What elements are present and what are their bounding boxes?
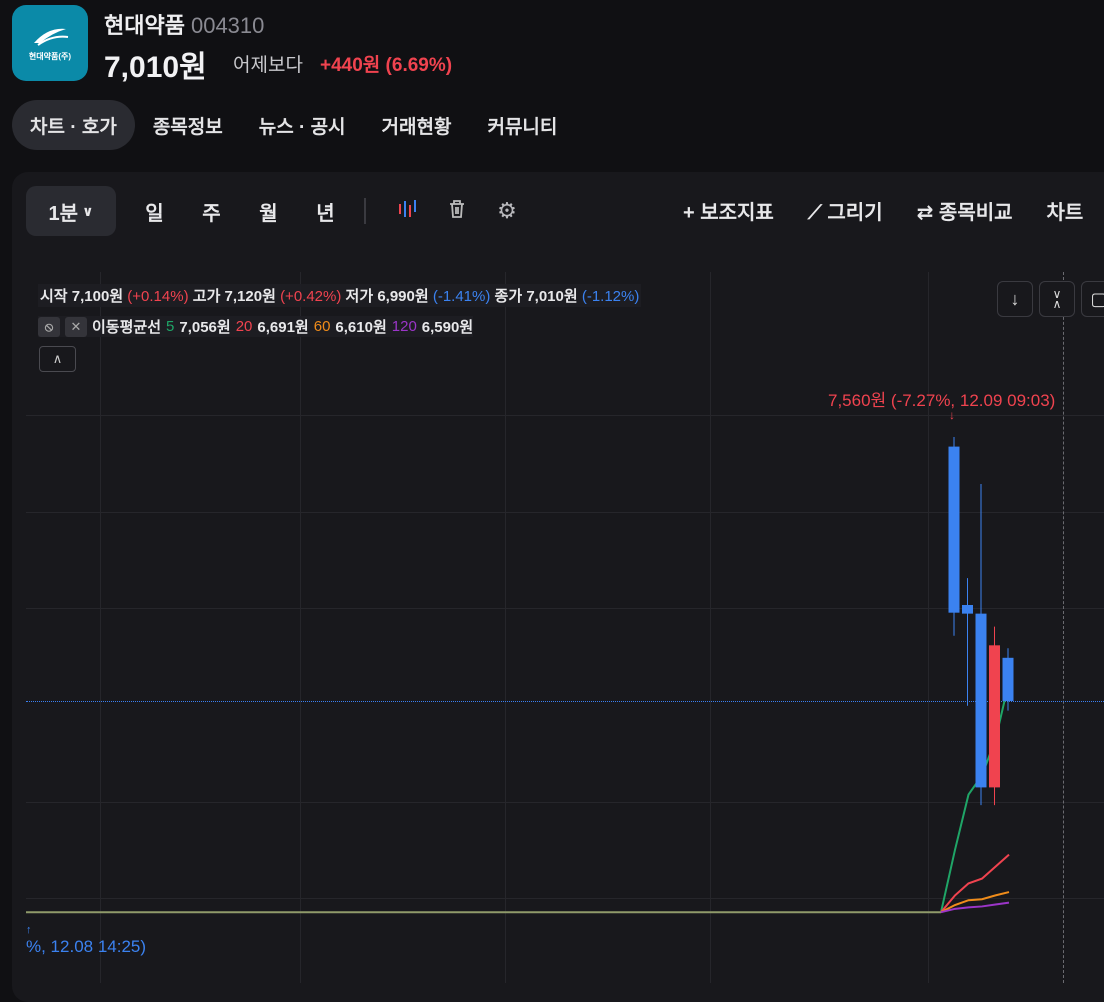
candle-body [1002, 657, 1014, 701]
collapse-icon: ∨ ∧ [1052, 287, 1062, 311]
close-label: 종가 [494, 288, 523, 305]
collapse-button[interactable]: ∨ ∧ [1039, 281, 1075, 317]
ma5-value: 7,056원 [179, 319, 231, 336]
low-label: 저가 [345, 288, 374, 305]
close-icon[interactable]: ✕ [65, 316, 87, 337]
low-value: 6,990원 [377, 288, 429, 305]
eye-off-icon[interactable]: ⦸ [38, 316, 60, 337]
candle-body [948, 446, 960, 613]
low-annotation: %, 12.08 14:25) [26, 937, 147, 956]
high-value: 7,120원 [224, 288, 276, 305]
open-value: 7,100원 [71, 288, 124, 305]
candle-body [975, 613, 987, 788]
ohlc-legend: 시작 7,100원 (+0.14%) 고가 7,120원 (+0.42%) 저가… [38, 284, 642, 307]
low-pct: (-1.41%) [432, 288, 491, 305]
ma-legend: ⦸ ✕ 이동평균선 5 7,056원 20 6,691원 60 6,610원 120 6… [38, 316, 474, 337]
ma120-period: 120 [391, 318, 417, 335]
ma20-period: 20 [235, 318, 253, 335]
candlestick-chart[interactable] [0, 0, 1104, 983]
candle-body [989, 645, 1000, 788]
open-pct: (+0.14%) [127, 288, 189, 305]
ma60-value: 6,610원 [335, 319, 387, 336]
high-annotation: 7,560원 (-7.27%, 12.09 09:03) [828, 391, 1056, 410]
arrow-down-icon: ↓ [949, 408, 955, 422]
ma5-period: 5 [166, 318, 175, 335]
ma-label: 이동평균선 [92, 319, 162, 336]
collapse-legend-button[interactable]: ∧ [39, 346, 76, 372]
close-pct: (-1.12%) [581, 288, 640, 305]
high-label: 고가 [192, 288, 221, 305]
arrow-down-icon: ↓ [1010, 288, 1020, 309]
chevron-up-icon: ∧ [52, 351, 63, 366]
scroll-down-button[interactable]: ↓ [997, 281, 1033, 317]
ma20-value: 6,691원 [257, 319, 309, 336]
ma120-value: 6,590원 [421, 319, 474, 336]
expand-icon: ▢ [1090, 288, 1104, 309]
fullscreen-button[interactable]: ▢ [1081, 281, 1104, 317]
open-label: 시작 [40, 288, 68, 305]
candle-body [962, 605, 973, 614]
ma60-period: 60 [313, 318, 331, 335]
high-pct: (+0.42%) [280, 288, 342, 305]
arrow-up-icon: ↑ [26, 924, 32, 936]
close-value: 7,010원 [526, 288, 578, 305]
